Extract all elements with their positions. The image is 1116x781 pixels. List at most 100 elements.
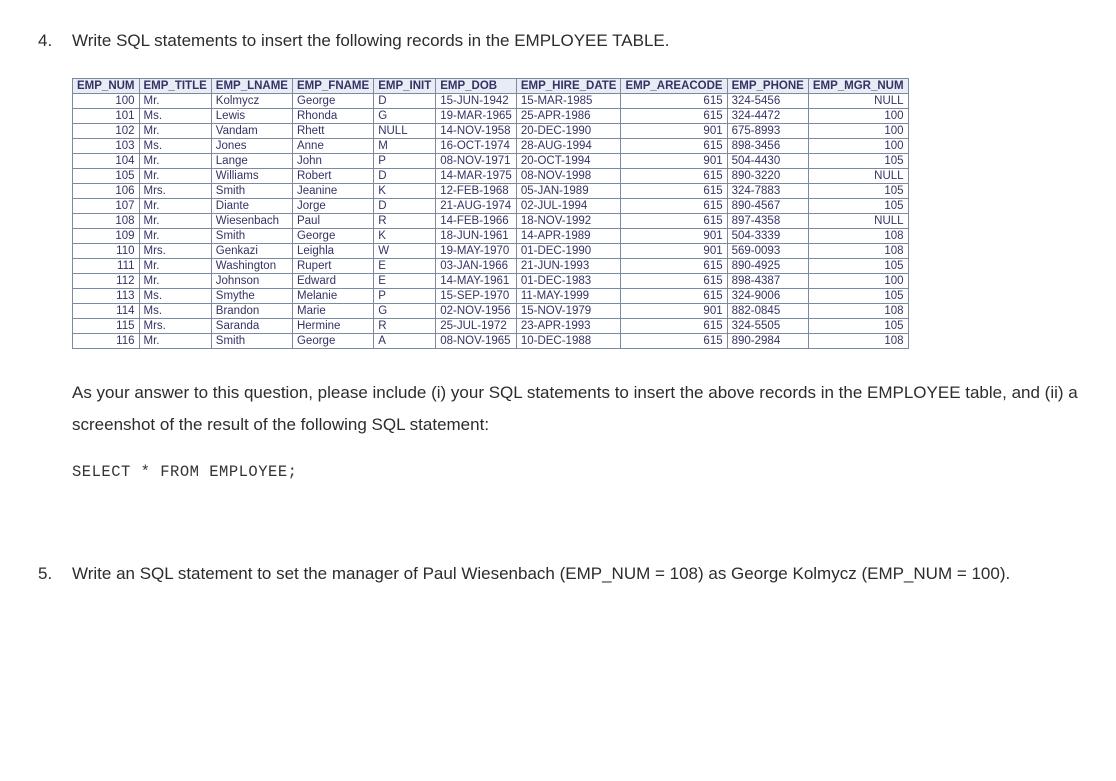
table-cell: Smythe <box>211 288 292 303</box>
table-cell: E <box>374 258 436 273</box>
table-cell: 05-JAN-1989 <box>516 183 621 198</box>
table-cell: 890-2984 <box>727 333 808 348</box>
table-cell: R <box>374 213 436 228</box>
table-cell: Lange <box>211 153 292 168</box>
table-cell: 324-9006 <box>727 288 808 303</box>
table-cell: 113 <box>73 288 140 303</box>
table-row: 111Mr.WashingtonRupertE03-JAN-196621-JUN… <box>73 258 909 273</box>
table-cell: G <box>374 303 436 318</box>
answer-instructions: As your answer to this question, please … <box>72 377 1078 442</box>
table-cell: 108 <box>808 303 908 318</box>
table-header-cell: EMP_PHONE <box>727 78 808 93</box>
question-4-number: 4. <box>38 31 72 51</box>
table-header-cell: EMP_NUM <box>73 78 140 93</box>
table-cell: 882-0845 <box>727 303 808 318</box>
table-cell: 21-JUN-1993 <box>516 258 621 273</box>
table-cell: Mr. <box>139 228 211 243</box>
table-cell: 100 <box>808 273 908 288</box>
table-cell: George <box>292 333 373 348</box>
table-cell: 615 <box>621 93 727 108</box>
table-cell: Mr. <box>139 333 211 348</box>
table-cell: Anne <box>292 138 373 153</box>
table-row: 104Mr.LangeJohnP08-NOV-197120-OCT-199490… <box>73 153 909 168</box>
table-cell: 901 <box>621 243 727 258</box>
table-cell: 324-5505 <box>727 318 808 333</box>
table-cell: Washington <box>211 258 292 273</box>
table-cell: 116 <box>73 333 140 348</box>
table-header-cell: EMP_INIT <box>374 78 436 93</box>
table-header-cell: EMP_DOB <box>436 78 517 93</box>
table-cell: Mr. <box>139 93 211 108</box>
table-cell: 105 <box>808 288 908 303</box>
table-cell: Williams <box>211 168 292 183</box>
table-cell: P <box>374 288 436 303</box>
table-cell: 14-MAY-1961 <box>436 273 517 288</box>
table-cell: 110 <box>73 243 140 258</box>
table-cell: 100 <box>808 138 908 153</box>
table-cell: K <box>374 183 436 198</box>
table-cell: 103 <box>73 138 140 153</box>
table-cell: 18-JUN-1961 <box>436 228 517 243</box>
employee-table-body: 100Mr.KolmyczGeorgeD15-JUN-194215-MAR-19… <box>73 93 909 348</box>
table-cell: Wiesenbach <box>211 213 292 228</box>
table-cell: 114 <box>73 303 140 318</box>
table-cell: A <box>374 333 436 348</box>
table-cell: Mr. <box>139 123 211 138</box>
table-cell: 897-4358 <box>727 213 808 228</box>
table-cell: Smith <box>211 183 292 198</box>
table-cell: 25-JUL-1972 <box>436 318 517 333</box>
question-5-text: Write an SQL statement to set the manage… <box>72 561 1010 587</box>
table-cell: 105 <box>808 198 908 213</box>
table-cell: George <box>292 93 373 108</box>
table-cell: 19-MAR-1965 <box>436 108 517 123</box>
table-header-cell: EMP_TITLE <box>139 78 211 93</box>
sql-statement: SELECT * FROM EMPLOYEE; <box>72 463 1078 481</box>
table-cell: Ms. <box>139 288 211 303</box>
table-cell: Leighla <box>292 243 373 258</box>
table-cell: 106 <box>73 183 140 198</box>
table-cell: 108 <box>808 333 908 348</box>
table-cell: 20-OCT-1994 <box>516 153 621 168</box>
table-cell: 02-JUL-1994 <box>516 198 621 213</box>
table-cell: 28-AUG-1994 <box>516 138 621 153</box>
table-cell: 615 <box>621 183 727 198</box>
table-cell: Hermine <box>292 318 373 333</box>
table-cell: 324-4472 <box>727 108 808 123</box>
table-cell: 11-MAY-1999 <box>516 288 621 303</box>
table-cell: 109 <box>73 228 140 243</box>
table-cell: 108 <box>808 228 908 243</box>
employee-table-wrap: EMP_NUMEMP_TITLEEMP_LNAMEEMP_FNAMEEMP_IN… <box>72 78 1078 349</box>
table-cell: 100 <box>73 93 140 108</box>
table-cell: 569-0093 <box>727 243 808 258</box>
table-cell: 01-DEC-1990 <box>516 243 621 258</box>
table-cell: 615 <box>621 213 727 228</box>
table-cell: 15-SEP-1970 <box>436 288 517 303</box>
table-cell: Ms. <box>139 303 211 318</box>
table-cell: Paul <box>292 213 373 228</box>
question-5: 5. Write an SQL statement to set the man… <box>38 561 1078 587</box>
table-cell: D <box>374 168 436 183</box>
table-cell: 901 <box>621 123 727 138</box>
table-cell: NULL <box>374 123 436 138</box>
table-cell: Mr. <box>139 168 211 183</box>
table-cell: Vandam <box>211 123 292 138</box>
table-row: 108Mr.WiesenbachPaulR14-FEB-196618-NOV-1… <box>73 213 909 228</box>
table-cell: D <box>374 93 436 108</box>
table-cell: NULL <box>808 93 908 108</box>
table-cell: 20-DEC-1990 <box>516 123 621 138</box>
question-4-text: Write SQL statements to insert the follo… <box>72 28 669 54</box>
table-cell: Mrs. <box>139 183 211 198</box>
table-cell: 08-NOV-1998 <box>516 168 621 183</box>
table-header-cell: EMP_LNAME <box>211 78 292 93</box>
table-cell: Genkazi <box>211 243 292 258</box>
table-cell: 105 <box>73 168 140 183</box>
table-cell: 901 <box>621 153 727 168</box>
table-cell: Jeanine <box>292 183 373 198</box>
table-header-cell: EMP_AREACODE <box>621 78 727 93</box>
table-cell: Jones <box>211 138 292 153</box>
table-cell: George <box>292 228 373 243</box>
table-row: 112Mr.JohnsonEdwardE14-MAY-196101-DEC-19… <box>73 273 909 288</box>
table-cell: Rhonda <box>292 108 373 123</box>
table-cell: R <box>374 318 436 333</box>
table-cell: G <box>374 108 436 123</box>
